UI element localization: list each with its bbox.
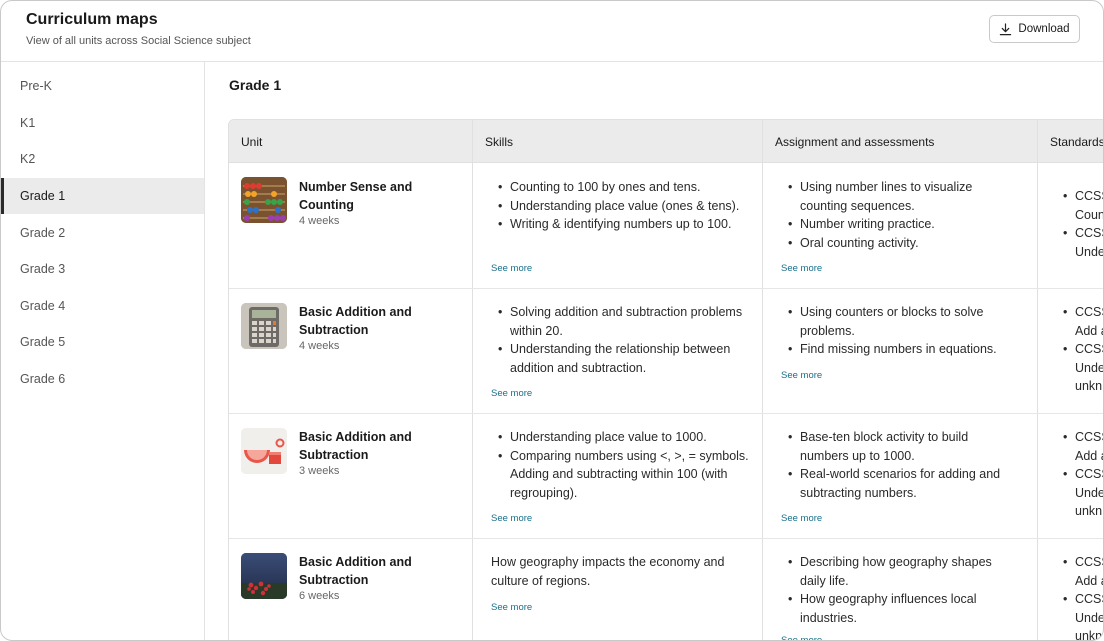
skill-item: Solving addition and subtraction problem…	[492, 303, 754, 340]
skills-cell: How geography impacts the economy and cu…	[491, 555, 725, 588]
flowers-night-image	[241, 553, 287, 599]
assessment-item: Number writing practice.	[782, 215, 1012, 234]
shapes-image	[241, 428, 287, 474]
standards-cell: CCSS Add a CCSS Unde unkn	[1057, 303, 1103, 396]
table-header-row: Unit Skills Assignment and assessments S…	[229, 120, 1104, 163]
curriculum-maps-window: Curriculum maps View of all units across…	[0, 0, 1104, 641]
skills-cell: Understanding place value to 1000. Compa…	[492, 428, 754, 502]
assessment-item: Describing how geography shapes daily li…	[782, 553, 1012, 590]
standard-item: CCSS Unde	[1057, 224, 1103, 261]
curriculum-table: Unit Skills Assignment and assessments S…	[228, 119, 1104, 640]
sidebar-item-grade-3[interactable]: Grade 3	[1, 251, 204, 287]
standard-item: CCSS Coun	[1057, 187, 1103, 224]
assessment-item: Using counters or blocks to solve proble…	[782, 303, 1012, 340]
standards-cell: CCSS Add a CCSS Unde unkn	[1057, 428, 1103, 521]
see-more-link[interactable]: See more	[491, 513, 532, 524]
sidebar-item-pre-k[interactable]: Pre-K	[1, 68, 204, 104]
see-more-link[interactable]: See more	[781, 370, 822, 381]
column-divider	[762, 120, 763, 640]
standard-item: CCSS Add a	[1057, 553, 1103, 590]
sidebar-item-grade-6[interactable]: Grade 6	[1, 361, 204, 397]
see-more-link[interactable]: See more	[781, 513, 822, 524]
grade-title: Grade 1	[229, 77, 282, 93]
sidebar-item-k1[interactable]: K1	[1, 105, 204, 141]
assessment-item: Find missing numbers in equations.	[782, 340, 1012, 359]
assessment-item: Using number lines to visualize counting…	[782, 178, 1012, 215]
column-header-standards: Standards	[1050, 134, 1104, 149]
unit-name[interactable]: Basic Addition and Subtraction	[299, 303, 459, 339]
download-icon	[1000, 22, 1012, 35]
column-header-skills: Skills	[485, 134, 514, 149]
grade-sidebar: Pre-K K1 K2 Grade 1 Grade 2 Grade 3 Grad…	[1, 62, 205, 640]
standard-item: CCSS Unde unkn	[1057, 340, 1103, 396]
standards-cell: CCSS Coun CCSS Unde	[1057, 187, 1103, 261]
unit-duration: 6 weeks	[299, 590, 340, 602]
skill-item: Comparing numbers using <, >, = symbols.…	[492, 447, 754, 503]
see-more-link[interactable]: See more	[491, 263, 532, 274]
unit-duration: 4 weeks	[299, 340, 340, 352]
column-divider	[472, 120, 473, 640]
standard-item: CCSS Unde unkn	[1057, 465, 1103, 521]
standard-item: CCSS Add a	[1057, 303, 1103, 340]
calculator-image	[241, 303, 287, 349]
download-label: Download	[1018, 23, 1070, 35]
row-divider	[229, 413, 1103, 414]
assessments-cell: Using number lines to visualize counting…	[782, 178, 1012, 252]
column-divider	[1037, 120, 1038, 640]
assessments-cell: Using counters or blocks to solve proble…	[782, 303, 1012, 359]
skills-cell: Counting to 100 by ones and tens. Unders…	[492, 178, 754, 234]
skills-cell: Solving addition and subtraction problem…	[492, 303, 754, 377]
see-more-link[interactable]: See more	[781, 263, 822, 274]
page-header: Curriculum maps View of all units across…	[1, 1, 1103, 62]
assessments-cell: Describing how geography shapes daily li…	[782, 553, 1012, 627]
assessments-cell: Base-ten block activity to build numbers…	[782, 428, 1012, 502]
row-divider	[229, 538, 1103, 539]
download-button[interactable]: Download	[989, 15, 1080, 43]
page-title: Curriculum maps	[26, 11, 158, 28]
assessment-item: Real-world scenarios for adding and subt…	[782, 465, 1012, 502]
sidebar-item-grade-5[interactable]: Grade 5	[1, 324, 204, 360]
assessment-item: Oral counting activity.	[782, 234, 1012, 253]
see-more-link[interactable]: See more	[491, 602, 532, 613]
unit-duration: 4 weeks	[299, 215, 340, 227]
standard-item: CCSS Unde unkn	[1057, 590, 1103, 640]
standards-cell: CCSS Add a CCSS Unde unkn	[1057, 553, 1103, 640]
assessment-item: Base-ten block activity to build numbers…	[782, 428, 1012, 465]
assessment-item: How geography influences local industrie…	[782, 590, 1012, 627]
unit-name[interactable]: Basic Addition and Subtraction	[299, 428, 459, 464]
skill-item: Counting to 100 by ones and tens.	[492, 178, 754, 197]
unit-duration: 3 weeks	[299, 465, 340, 477]
see-more-link[interactable]: See more	[491, 388, 532, 399]
column-header-unit: Unit	[241, 134, 263, 149]
skill-item: Writing & identifying numbers up to 100.	[492, 215, 754, 234]
row-divider	[229, 288, 1103, 289]
skill-item: Understanding place value (ones & tens).	[492, 197, 754, 216]
unit-name[interactable]: Number Sense and Counting	[299, 178, 459, 214]
sidebar-item-grade-2[interactable]: Grade 2	[1, 215, 204, 251]
page-subtitle: View of all units across Social Science …	[26, 35, 251, 47]
standard-item: CCSS Add a	[1057, 428, 1103, 465]
skill-item: Understanding place value to 1000.	[492, 428, 754, 447]
column-header-assessments: Assignment and assessments	[775, 134, 935, 149]
unit-name[interactable]: Basic Addition and Subtraction	[299, 553, 459, 589]
sidebar-item-grade-4[interactable]: Grade 4	[1, 288, 204, 324]
sidebar-item-grade-1[interactable]: Grade 1	[1, 178, 204, 214]
abacus-image	[241, 177, 287, 223]
skill-item: Understanding the relationship between a…	[492, 340, 754, 377]
sidebar-item-k2[interactable]: K2	[1, 141, 204, 177]
see-more-link[interactable]: See more	[781, 635, 822, 640]
